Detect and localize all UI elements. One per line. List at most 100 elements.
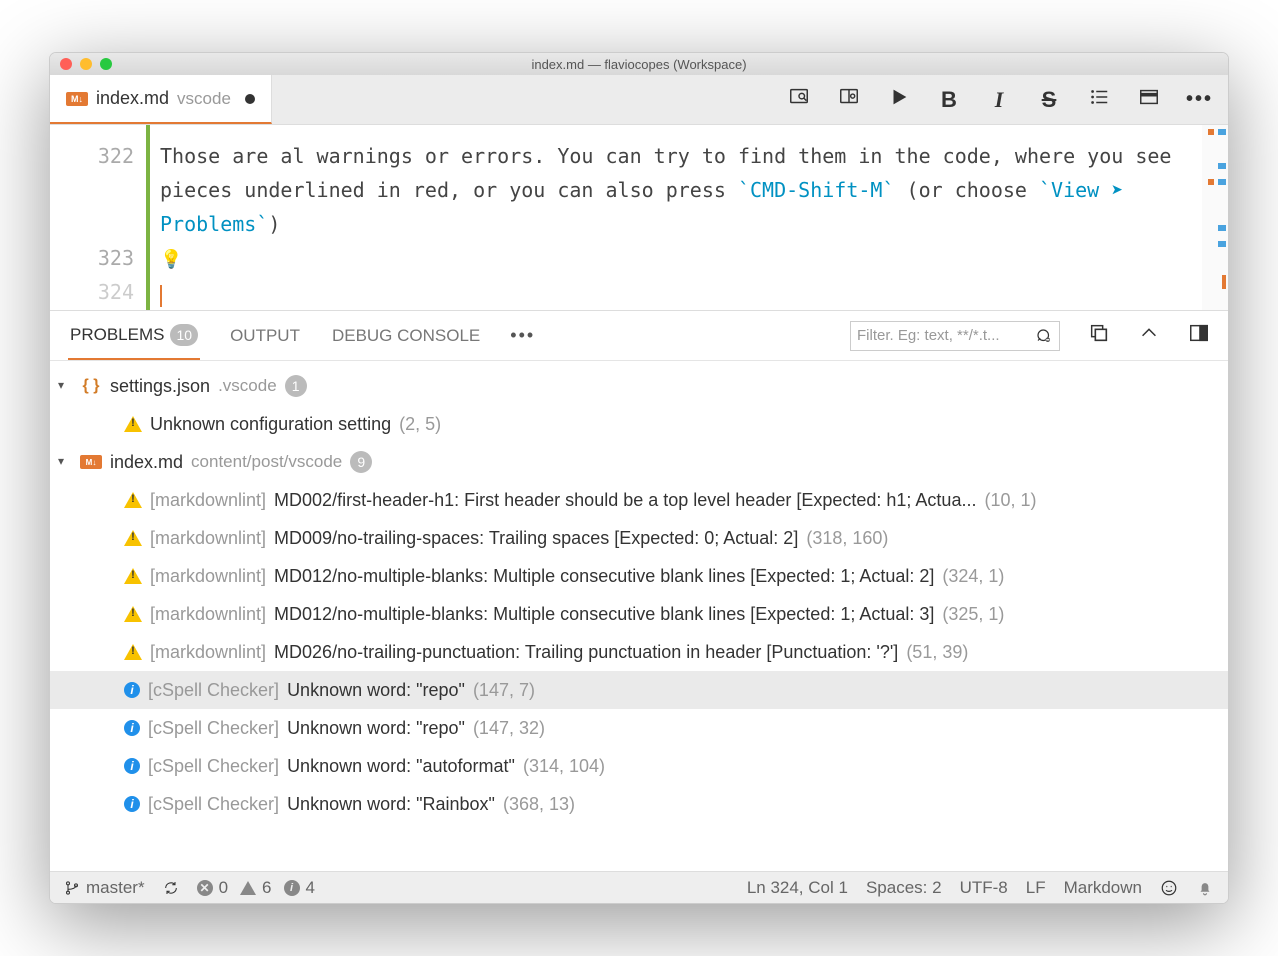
panel-tab-problems[interactable]: PROBLEMS 10 xyxy=(68,312,200,360)
minimize-window-button[interactable] xyxy=(80,58,92,70)
indentation[interactable]: Spaces: 2 xyxy=(866,878,942,898)
editor-tab-active[interactable]: M↓ index.md vscode xyxy=(50,75,272,124)
warning-icon xyxy=(240,881,256,895)
problem-message: Unknown word: "repo" xyxy=(287,680,465,701)
warning-icon xyxy=(124,644,142,660)
problem-item[interactable]: i[cSpell Checker]Unknown word: "repo"(14… xyxy=(50,709,1228,747)
problem-item[interactable]: i[cSpell Checker]Unknown word: "Rainbox"… xyxy=(50,785,1228,823)
encoding[interactable]: UTF-8 xyxy=(960,878,1008,898)
problem-item[interactable]: [markdownlint] MD012/no-multiple-blanks: … xyxy=(50,557,1228,595)
table-icon[interactable] xyxy=(1136,86,1162,114)
code-line[interactable]: Those are al warnings or errors. You can… xyxy=(160,139,1202,241)
zoom-window-button[interactable] xyxy=(100,58,112,70)
problem-message: Unknown configuration setting xyxy=(150,414,391,435)
panel-more-icon[interactable]: ••• xyxy=(510,325,535,346)
problem-location: (147, 7) xyxy=(473,680,535,701)
markdown-file-icon: M↓ xyxy=(80,455,102,469)
tab-filename: index.md xyxy=(96,88,169,109)
status-errors[interactable]: ✕ 0 6 i 4 xyxy=(197,878,315,898)
problem-item[interactable]: [markdownlint]MD009/no-trailing-spaces: … xyxy=(50,519,1228,557)
problem-source: [markdownlint] xyxy=(150,528,266,549)
markdown-file-icon: M↓ xyxy=(66,92,88,106)
open-preview-icon[interactable] xyxy=(786,86,812,114)
info-icon: i xyxy=(124,796,140,812)
code-line[interactable]: 💡 xyxy=(160,241,1202,277)
problem-message: MD012/no-multiple-blanks: Multiple conse… xyxy=(274,566,934,587)
problem-file-path: .vscode xyxy=(218,376,277,396)
problem-file-row[interactable]: ▾{ }settings.json.vscode1 xyxy=(50,367,1228,405)
problems-filter-input[interactable]: Filter. Eg: text, **/*.t... xyxy=(850,321,1060,351)
split-preview-icon[interactable] xyxy=(836,86,862,114)
collapse-all-icon[interactable] xyxy=(1088,322,1110,349)
line-number-gutter: 322323324 xyxy=(50,125,146,310)
problem-location: (368, 13) xyxy=(503,794,575,815)
problem-item[interactable]: Unknown configuration setting(2, 5) xyxy=(50,405,1228,443)
panel-tab-output-label: OUTPUT xyxy=(230,326,300,346)
bullet-list-icon[interactable] xyxy=(1086,86,1112,114)
file-problem-count-badge: 1 xyxy=(285,375,307,397)
problem-source: [cSpell Checker] xyxy=(148,680,279,701)
problem-location: (318, 160) xyxy=(806,528,888,549)
problem-location: (324, 1) xyxy=(942,566,1004,587)
file-problem-count-badge: 9 xyxy=(350,451,372,473)
editor-toolbar: B I S ••• xyxy=(786,75,1228,124)
warning-icon xyxy=(124,492,142,508)
branch-name: master* xyxy=(86,878,145,898)
json-file-icon: { } xyxy=(80,377,102,395)
toggle-layout-icon[interactable] xyxy=(1188,322,1210,349)
problem-source: [cSpell Checker] xyxy=(148,756,279,777)
run-icon[interactable] xyxy=(886,86,912,114)
italic-icon[interactable]: I xyxy=(986,87,1012,113)
more-actions-icon[interactable]: ••• xyxy=(1186,88,1212,111)
problem-source: [markdownlint] xyxy=(150,490,266,511)
filter-settings-icon[interactable] xyxy=(1035,327,1053,345)
problem-file-row[interactable]: ▾ M↓ index.md content/post/vscode 9 xyxy=(50,443,1228,481)
problem-location: (314, 104) xyxy=(523,756,605,777)
sync-button[interactable] xyxy=(163,880,179,896)
tab-path: vscode xyxy=(177,89,231,109)
problem-file-name: index.md xyxy=(110,452,183,473)
collapse-toggle-icon[interactable]: ▾ xyxy=(58,454,72,468)
close-window-button[interactable] xyxy=(60,58,72,70)
problem-item[interactable]: [markdownlint]MD026/no-trailing-punctuat… xyxy=(50,633,1228,671)
code-editor[interactable]: 322323324 Those are al warnings or error… xyxy=(50,125,1228,311)
problems-tree[interactable]: ▾{ }settings.json.vscode1Unknown configu… xyxy=(50,361,1228,871)
problem-item[interactable]: i[cSpell Checker]Unknown word: "autoform… xyxy=(50,747,1228,785)
notifications-bell-icon[interactable] xyxy=(1196,879,1214,897)
warning-icon xyxy=(124,568,142,584)
chevron-up-icon[interactable] xyxy=(1138,322,1160,349)
minimap[interactable] xyxy=(1202,125,1228,310)
problem-item[interactable]: [markdownlint]MD012/no-multiple-blanks: … xyxy=(50,595,1228,633)
problem-source: [markdownlint] xyxy=(150,642,266,663)
problem-location: (10, 1) xyxy=(984,490,1036,511)
panel-tab-output[interactable]: OUTPUT xyxy=(228,314,302,358)
problem-file-path: content/post/vscode xyxy=(191,452,342,472)
problem-message: MD002/first-header-h1: First header shou… xyxy=(274,490,976,511)
dirty-indicator-icon xyxy=(245,94,255,104)
feedback-icon[interactable] xyxy=(1160,879,1178,897)
problem-source: [markdownlint] xyxy=(150,566,266,587)
bold-icon[interactable]: B xyxy=(936,87,962,113)
problem-location: (51, 39) xyxy=(906,642,968,663)
collapse-toggle-icon[interactable]: ▾ xyxy=(58,378,72,392)
problem-source: [markdownlint] xyxy=(150,604,266,625)
error-icon: ✕ xyxy=(197,880,213,896)
panel-tab-problems-label: PROBLEMS xyxy=(70,325,164,345)
warning-count: 6 xyxy=(262,878,271,898)
git-branch-item[interactable]: master* xyxy=(64,878,145,898)
status-bar: master* ✕ 0 6 i 4 Ln 324, Col 1 Spaces: … xyxy=(50,871,1228,903)
titlebar: index.md — flaviocopes (Workspace) xyxy=(50,53,1228,75)
problem-item[interactable]: i[cSpell Checker]Unknown word: "repo"(14… xyxy=(50,671,1228,709)
traffic-lights xyxy=(60,58,112,70)
problem-item[interactable]: [markdownlint] MD002/first-header-h1: Fir… xyxy=(50,481,1228,519)
window-title: index.md — flaviocopes (Workspace) xyxy=(50,57,1228,72)
cursor-position[interactable]: Ln 324, Col 1 xyxy=(747,878,848,898)
eol[interactable]: LF xyxy=(1026,878,1046,898)
problem-source: [cSpell Checker] xyxy=(148,718,279,739)
strikethrough-icon[interactable]: S xyxy=(1036,87,1062,113)
language-mode[interactable]: Markdown xyxy=(1064,878,1142,898)
info-count: 4 xyxy=(306,878,315,898)
code-line[interactable] xyxy=(160,277,1202,311)
panel-tab-debug-console[interactable]: DEBUG CONSOLE xyxy=(330,314,482,358)
code-content[interactable]: Those are al warnings or errors. You can… xyxy=(146,125,1202,310)
